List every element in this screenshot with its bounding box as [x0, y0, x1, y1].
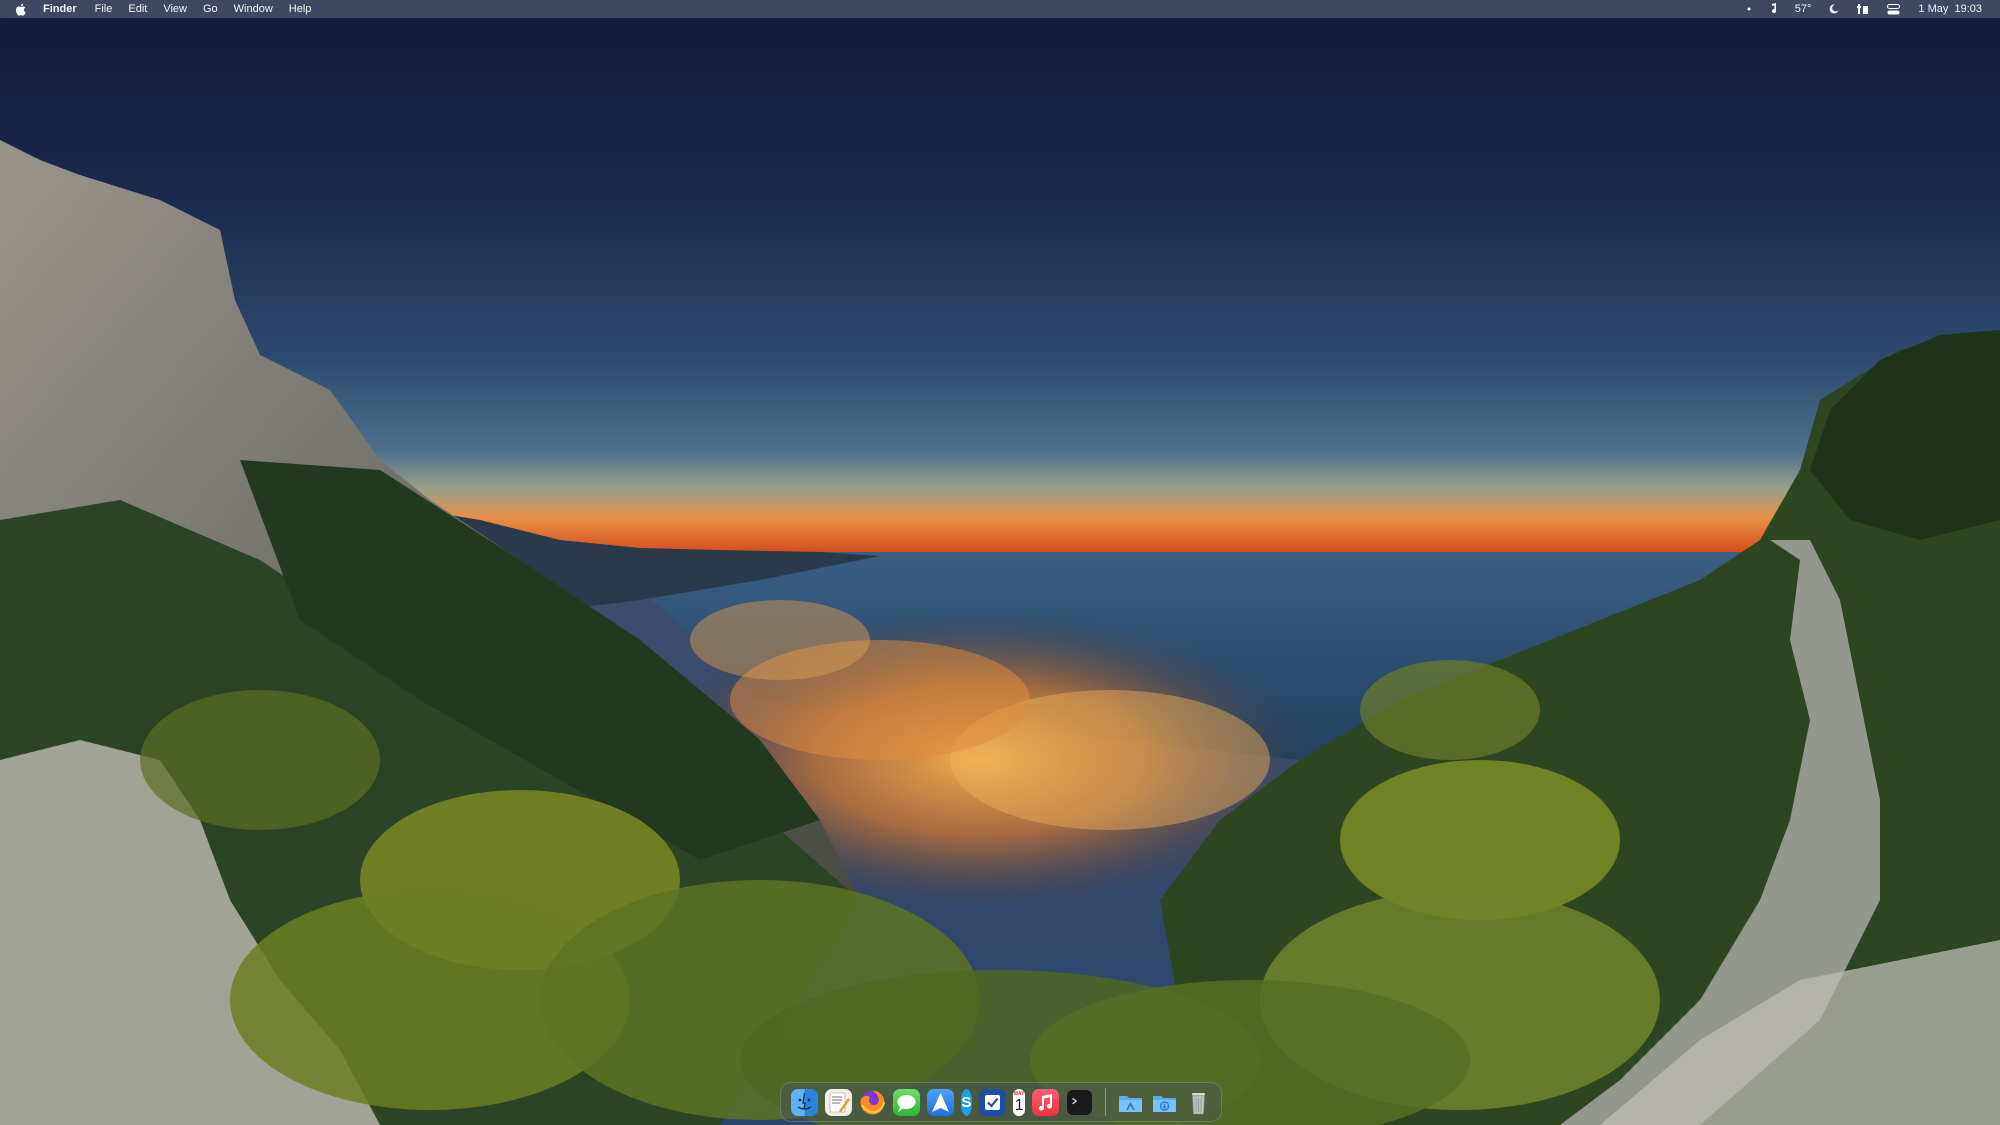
dock-downloads-folder[interactable]: [1151, 1089, 1178, 1116]
desktop: Finder File Edit View Go Window Help 57°: [0, 0, 2000, 1125]
sliders-icon[interactable]: [1857, 3, 1869, 15]
terminal-icon: [1072, 1097, 1078, 1104]
control-center-icon[interactable]: [1887, 3, 1901, 15]
dock-applications-folder[interactable]: [1117, 1089, 1144, 1116]
wallpaper-monaco-landscape: [0, 0, 2000, 1125]
music-note-icon[interactable]: [1769, 3, 1777, 15]
moon-icon[interactable]: [1829, 4, 1839, 14]
menu-file[interactable]: File: [95, 0, 113, 18]
dock-navigation[interactable]: [926, 1088, 954, 1116]
checkmark-icon: [985, 1094, 1001, 1110]
menu-bar: Finder File Edit View Go Window Help 57°: [0, 0, 2000, 18]
apple-logo-icon[interactable]: [14, 2, 27, 16]
menu-app-name[interactable]: Finder: [43, 0, 77, 18]
applications-folder-icon: [1118, 1095, 1142, 1112]
skype-icon: S: [961, 1093, 972, 1111]
firefox-icon: [859, 1090, 885, 1114]
dock-calendar[interactable]: MAY 1: [1013, 1088, 1026, 1116]
downloads-folder-icon: [1152, 1095, 1176, 1112]
dock-tasks[interactable]: [979, 1088, 1007, 1116]
dock-music[interactable]: [1032, 1088, 1060, 1116]
menu-bar-status: 57° 1 May 19:03: [1747, 0, 2000, 18]
arrow-icon: [931, 1092, 949, 1112]
menu-help[interactable]: Help: [289, 0, 312, 18]
status-dot-icon[interactable]: [1747, 7, 1751, 11]
dock-firefox[interactable]: [859, 1089, 886, 1116]
dock-skype[interactable]: S: [960, 1088, 973, 1116]
calendar-icon: [1013, 1089, 1025, 1116]
dock-finder[interactable]: [790, 1088, 818, 1116]
menu-window[interactable]: Window: [234, 0, 273, 18]
menu-view[interactable]: View: [163, 0, 187, 18]
music-icon: [1038, 1093, 1053, 1111]
messages-icon: [897, 1094, 915, 1112]
menu-edit[interactable]: Edit: [128, 0, 147, 18]
finder-icon: [797, 1092, 811, 1110]
dock-terminal[interactable]: [1066, 1088, 1094, 1116]
menu-bar-left: Finder File Edit View Go Window Help: [0, 0, 327, 18]
menu-go[interactable]: Go: [203, 0, 218, 18]
textedit-icon: [829, 1092, 850, 1112]
dock-trash[interactable]: [1185, 1089, 1212, 1116]
weather-temperature[interactable]: 57°: [1795, 0, 1812, 18]
dock-messages[interactable]: [892, 1088, 920, 1116]
dock: S MAY 1: [780, 1082, 1222, 1122]
trash-icon: [1191, 1092, 1205, 1114]
menu-clock[interactable]: 1 May 19:03: [1918, 0, 1982, 18]
dock-textedit[interactable]: [824, 1088, 852, 1116]
